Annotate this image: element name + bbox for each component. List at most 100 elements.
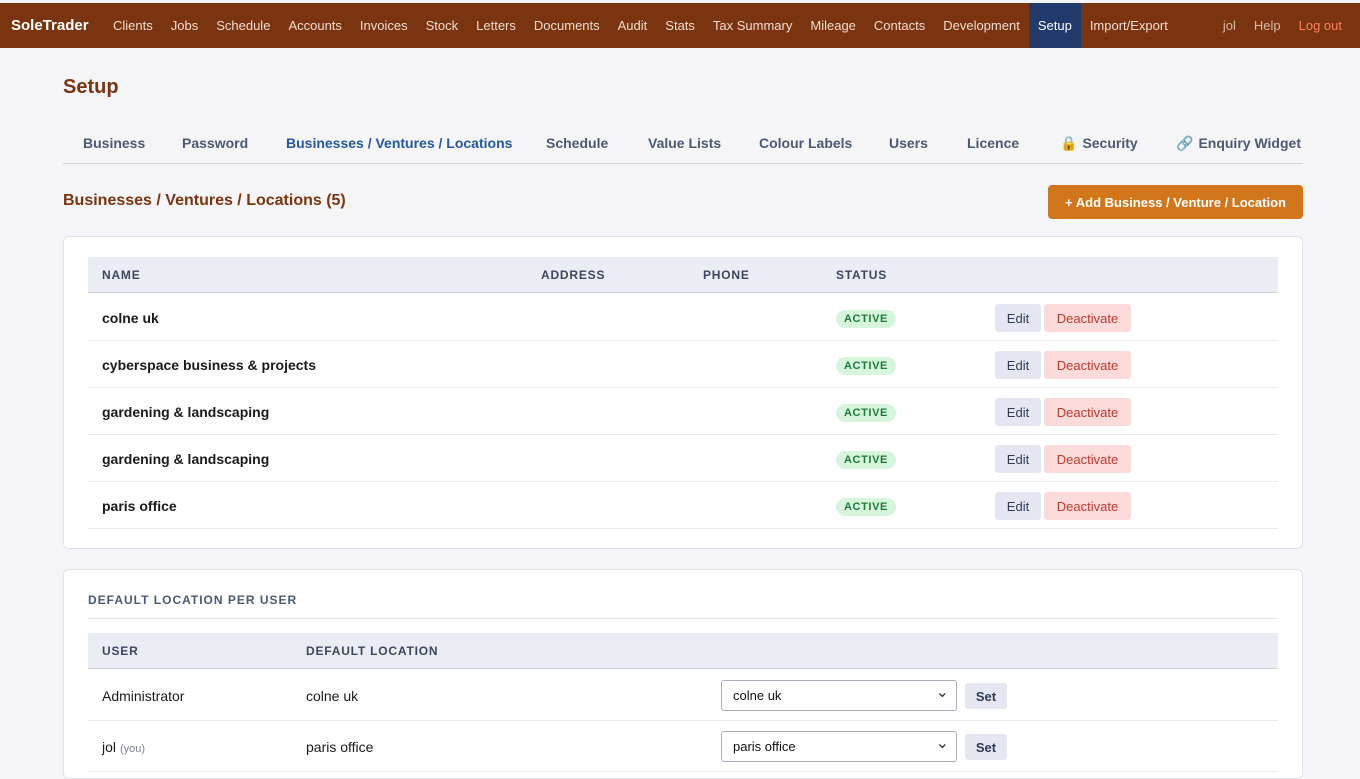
status-badge: ACTIVE [836,498,896,516]
you-indicator: (you) [120,743,146,755]
column-header-default-location: DEFAULT LOCATION [306,644,439,658]
table-row: Administrator colne uk colne uk ⌄ Set [88,670,1278,721]
nav-item-documents[interactable]: Documents [525,3,609,48]
tab-password[interactable]: Password [182,135,248,151]
tab-schedule[interactable]: Schedule [546,135,608,151]
edit-button[interactable]: Edit [995,398,1041,426]
location-name: cyberspace business & projects [102,357,316,373]
set-button[interactable]: Set [965,734,1007,760]
locations-table-card: NAME ADDRESS PHONE STATUS colne uk ACTIVE… [63,236,1303,549]
nav-right: jol Help Log out [1214,3,1360,48]
default-location-title: DEFAULT LOCATION PER USER [88,593,298,607]
locations-table-header: NAME ADDRESS PHONE STATUS [88,257,1278,293]
help-link[interactable]: Help [1254,18,1281,33]
nav-items: Clients Jobs Schedule Accounts Invoices Stock… [104,3,1177,48]
nav-item-stock[interactable]: Stock [417,3,468,48]
column-header-phone: PHONE [703,268,750,282]
tab-label: Licence [967,135,1020,151]
location-select[interactable]: colne uk ⌄ [721,680,957,711]
user-name: jol [102,739,117,755]
nav-item-invoices[interactable]: Invoices [351,3,417,48]
current-user-link[interactable]: jol [1223,18,1236,33]
default-location-value: colne uk [306,688,359,704]
table-row: cyberspace business & projects ACTIVE Edit… [88,341,1278,388]
set-button[interactable]: Set [965,683,1007,709]
nav-item-mileage[interactable]: Mileage [801,3,865,48]
edit-button[interactable]: Edit [995,492,1041,520]
chevron-down-icon: ⌄ [935,735,949,752]
lock-icon: 🔒 [1060,135,1078,151]
nav-item-schedule[interactable]: Schedule [207,3,279,48]
column-header-status: STATUS [836,268,888,282]
tab-label: Business [83,135,146,151]
edit-button[interactable]: Edit [995,351,1041,379]
nav-item-accounts[interactable]: Accounts [279,3,350,48]
tab-label: Security [1082,135,1138,151]
user-name: Administrator [102,688,185,704]
user-name-cell: jol (you) [102,739,145,755]
user-name-cell: Administrator [102,688,184,704]
default-location-card: DEFAULT LOCATION PER USER USER DEFAULT L… [63,569,1303,779]
column-header-address: ADDRESS [541,268,606,282]
location-name: gardening & landscaping [102,404,270,420]
default-location-table-header: USER DEFAULT LOCATION [88,633,1278,669]
nav-item-tax-summary[interactable]: Tax Summary [704,3,801,48]
nav-item-setup[interactable]: Setup [1028,3,1081,48]
table-row: colne uk ACTIVE Edit Deactivate [88,294,1278,341]
deactivate-button[interactable]: Deactivate [1044,492,1131,520]
nav-item-jobs[interactable]: Jobs [162,3,207,48]
tab-enquiry-widget[interactable]: 🔗 Enquiry Widget [1176,135,1301,152]
location-select-value: paris office [733,739,796,754]
edit-button[interactable]: Edit [995,445,1041,473]
tab-users[interactable]: Users [889,135,928,151]
link-icon: 🔗 [1176,135,1194,151]
location-name: gardening & landscaping [102,451,270,467]
page-title: Setup [63,76,119,98]
top-navigation-bar: SoleTrader Clients Jobs Schedule Accounts In… [0,3,1360,48]
tab-licence[interactable]: Licence [967,135,1019,151]
deactivate-button[interactable]: Deactivate [1044,398,1131,426]
chevron-down-icon: ⌄ [935,684,949,701]
nav-item-clients[interactable]: Clients [104,3,162,48]
deactivate-button[interactable]: Deactivate [1044,351,1131,379]
tab-value-lists[interactable]: Value Lists [648,135,721,151]
deactivate-button[interactable]: Deactivate [1044,445,1131,473]
tab-label: Schedule [546,135,609,151]
add-location-button[interactable]: + Add Business / Venture / Location [1048,185,1303,219]
brand-logo[interactable]: SoleTrader [0,3,104,48]
tab-label: Enquiry Widget [1198,135,1301,151]
location-name: colne uk [102,310,159,326]
tab-business[interactable]: Business [83,135,145,151]
nav-item-import-export[interactable]: Import/Export [1081,3,1177,48]
tab-colour-labels[interactable]: Colour Labels [759,135,852,151]
tab-label: Colour Labels [759,135,853,151]
column-header-user: USER [102,644,139,658]
location-select-value: colne uk [733,688,782,703]
table-row: jol (you) paris office paris office ⌄ Set [88,721,1278,772]
table-row: gardening & landscaping ACTIVE Edit Deactiv… [88,435,1278,482]
nav-item-contacts[interactable]: Contacts [865,3,934,48]
tab-businesses-ventures-locations[interactable]: Businesses / Ventures / Locations [286,135,512,151]
tab-security[interactable]: 🔒 Security [1060,135,1138,152]
edit-button[interactable]: Edit [995,304,1041,332]
location-select[interactable]: paris office ⌄ [721,731,957,762]
status-badge: ACTIVE [836,404,896,422]
default-location-value: paris office [306,739,374,755]
deactivate-button[interactable]: Deactivate [1044,304,1131,332]
tab-label: Businesses / Ventures / Locations [286,135,513,151]
nav-item-audit[interactable]: Audit [609,3,657,48]
tab-label: Users [889,135,928,151]
tab-label: Password [182,135,249,151]
status-badge: ACTIVE [836,451,896,469]
nav-item-letters[interactable]: Letters [467,3,525,48]
divider [88,618,1278,619]
status-badge: ACTIVE [836,310,896,328]
table-row: gardening & landscaping ACTIVE Edit Deactiv… [88,388,1278,435]
nav-item-development[interactable]: Development [934,3,1029,48]
location-name: paris office [102,498,177,514]
locations-section-title: Businesses / Ventures / Locations (5) [63,192,346,209]
status-badge: ACTIVE [836,357,896,375]
tab-label: Value Lists [648,135,722,151]
logout-link[interactable]: Log out [1299,18,1342,33]
nav-item-stats[interactable]: Stats [656,3,704,48]
